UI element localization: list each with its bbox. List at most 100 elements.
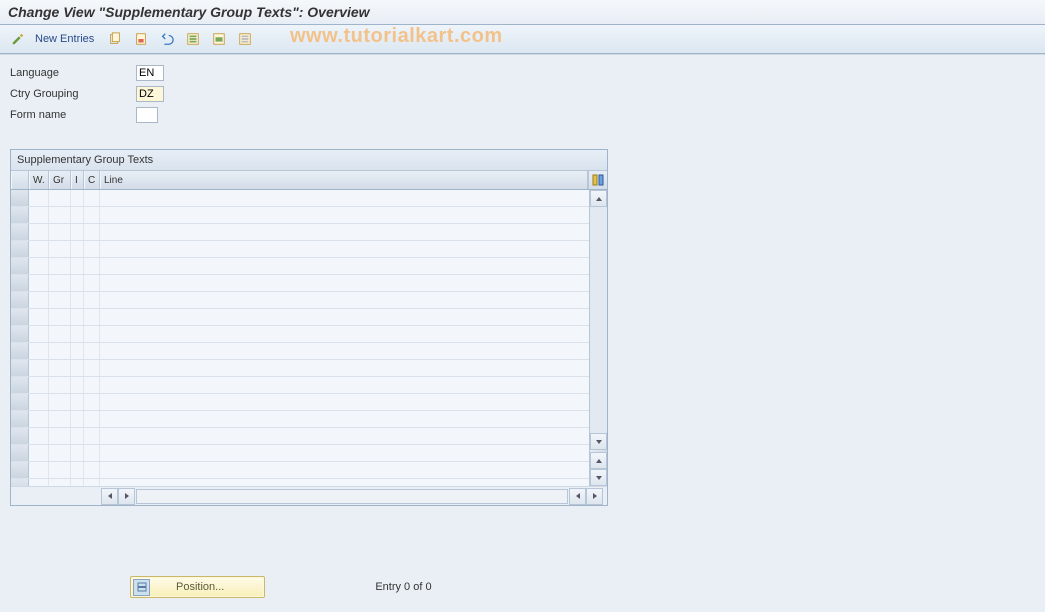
table-cell[interactable] xyxy=(29,275,49,291)
column-header-w[interactable]: W. xyxy=(29,171,49,189)
table-cell[interactable] xyxy=(100,411,607,427)
table-cell[interactable] xyxy=(71,360,84,376)
table-cell[interactable] xyxy=(49,377,71,393)
table-row[interactable] xyxy=(11,479,607,486)
table-cell[interactable] xyxy=(11,207,29,223)
table-cell[interactable] xyxy=(11,292,29,308)
table-cell[interactable] xyxy=(11,411,29,427)
table-cell[interactable] xyxy=(11,190,29,206)
table-cell[interactable] xyxy=(84,309,100,325)
table-cell[interactable] xyxy=(29,343,49,359)
table-cell[interactable] xyxy=(11,479,29,486)
table-cell[interactable] xyxy=(49,258,71,274)
table-cell[interactable] xyxy=(84,411,100,427)
table-cell[interactable] xyxy=(84,377,100,393)
table-cell[interactable] xyxy=(100,207,607,223)
table-row[interactable] xyxy=(11,309,607,326)
table-cell[interactable] xyxy=(49,428,71,444)
table-cell[interactable] xyxy=(71,241,84,257)
table-cell[interactable] xyxy=(84,360,100,376)
table-cell[interactable] xyxy=(100,343,607,359)
table-cell[interactable] xyxy=(100,428,607,444)
language-input[interactable] xyxy=(136,65,164,81)
table-cell[interactable] xyxy=(71,428,84,444)
table-cell[interactable] xyxy=(49,411,71,427)
configure-columns-icon[interactable] xyxy=(588,171,607,189)
table-row[interactable] xyxy=(11,224,607,241)
table-row[interactable] xyxy=(11,360,607,377)
table-cell[interactable] xyxy=(49,207,71,223)
table-cell[interactable] xyxy=(71,445,84,461)
scroll-track-v[interactable] xyxy=(590,207,607,433)
scroll-down-icon[interactable] xyxy=(590,433,607,450)
table-cell[interactable] xyxy=(29,241,49,257)
table-cell[interactable] xyxy=(49,445,71,461)
table-cell[interactable] xyxy=(71,411,84,427)
table-cell[interactable] xyxy=(49,360,71,376)
table-cell[interactable] xyxy=(84,241,100,257)
undo-icon[interactable] xyxy=(155,29,179,49)
table-cell[interactable] xyxy=(11,360,29,376)
table-cell[interactable] xyxy=(71,479,84,486)
row-selector-header[interactable] xyxy=(11,171,29,189)
table-cell[interactable] xyxy=(84,224,100,240)
select-all-icon[interactable] xyxy=(181,29,205,49)
table-cell[interactable] xyxy=(84,190,100,206)
table-cell[interactable] xyxy=(29,394,49,410)
table-cell[interactable] xyxy=(29,411,49,427)
table-cell[interactable] xyxy=(100,377,607,393)
table-cell[interactable] xyxy=(11,377,29,393)
table-cell[interactable] xyxy=(71,343,84,359)
table-cell[interactable] xyxy=(11,275,29,291)
deselect-all-icon[interactable] xyxy=(233,29,257,49)
select-block-icon[interactable] xyxy=(207,29,231,49)
ctry-grouping-input[interactable] xyxy=(136,86,164,102)
delete-icon[interactable] xyxy=(129,29,153,49)
table-cell[interactable] xyxy=(84,394,100,410)
table-cell[interactable] xyxy=(71,326,84,342)
scroll-up-icon[interactable] xyxy=(590,190,607,207)
scroll-track-h[interactable] xyxy=(136,489,568,504)
table-cell[interactable] xyxy=(100,224,607,240)
table-cell[interactable] xyxy=(49,309,71,325)
table-cell[interactable] xyxy=(71,224,84,240)
table-cell[interactable] xyxy=(84,428,100,444)
column-header-gr[interactable]: Gr xyxy=(49,171,71,189)
table-cell[interactable] xyxy=(71,190,84,206)
table-cell[interactable] xyxy=(100,258,607,274)
table-cell[interactable] xyxy=(100,479,607,486)
table-cell[interactable] xyxy=(29,292,49,308)
table-cell[interactable] xyxy=(49,326,71,342)
table-cell[interactable] xyxy=(49,462,71,478)
table-cell[interactable] xyxy=(29,445,49,461)
table-cell[interactable] xyxy=(100,326,607,342)
copy-icon[interactable] xyxy=(103,29,127,49)
table-cell[interactable] xyxy=(71,309,84,325)
table-row[interactable] xyxy=(11,394,607,411)
table-cell[interactable] xyxy=(84,479,100,486)
table-cell[interactable] xyxy=(71,292,84,308)
table-row[interactable] xyxy=(11,462,607,479)
table-cell[interactable] xyxy=(49,224,71,240)
table-row[interactable] xyxy=(11,207,607,224)
table-cell[interactable] xyxy=(84,292,100,308)
table-cell[interactable] xyxy=(71,207,84,223)
scroll-down2-icon[interactable] xyxy=(590,469,607,486)
vertical-scrollbar[interactable] xyxy=(589,190,607,486)
table-cell[interactable] xyxy=(29,428,49,444)
table-cell[interactable] xyxy=(11,343,29,359)
table-cell[interactable] xyxy=(29,258,49,274)
scroll-left2-icon[interactable] xyxy=(569,488,586,505)
table-cell[interactable] xyxy=(49,343,71,359)
table-cell[interactable] xyxy=(71,462,84,478)
table-row[interactable] xyxy=(11,326,607,343)
toggle-change-icon[interactable] xyxy=(6,29,30,49)
table-cell[interactable] xyxy=(11,445,29,461)
table-cell[interactable] xyxy=(11,428,29,444)
scroll-left-icon[interactable] xyxy=(101,488,118,505)
scroll-right2-icon[interactable] xyxy=(586,488,603,505)
table-row[interactable] xyxy=(11,292,607,309)
form-name-input[interactable] xyxy=(136,107,158,123)
table-cell[interactable] xyxy=(84,326,100,342)
table-cell[interactable] xyxy=(100,462,607,478)
